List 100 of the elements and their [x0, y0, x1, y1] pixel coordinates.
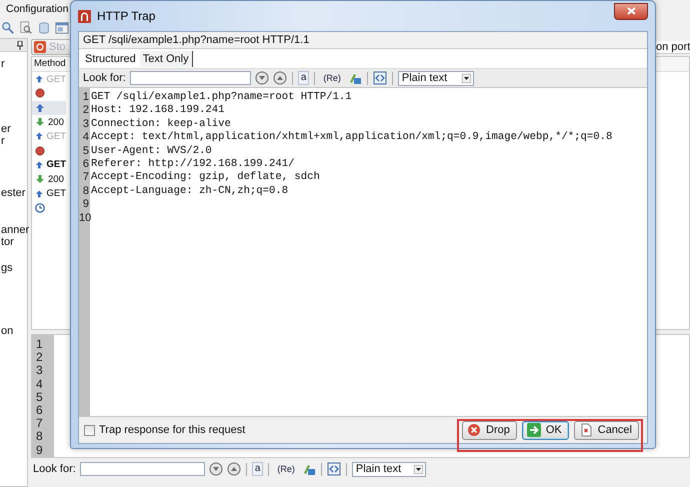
regex-button[interactable]: (Re) [274, 462, 298, 476]
sidebar-item[interactable]: on [0, 325, 27, 337]
up-arrow-icon [35, 102, 45, 113]
tab[interactable]: Text Only [140, 50, 193, 66]
error-icon [35, 88, 45, 98]
look-for-label: Look for: [83, 72, 126, 84]
app-title: Configuration [6, 3, 68, 15]
up-arrow-icon [35, 131, 44, 142]
column-header: Method [34, 58, 66, 69]
up-arrow-icon [35, 188, 44, 199]
magnifier-icon[interactable] [19, 21, 33, 35]
checkbox-label: Trap response for this request [99, 424, 246, 436]
sidebar-item[interactable]: r [0, 135, 27, 147]
down-arrow-icon [35, 117, 45, 128]
method-text: 200 [48, 174, 64, 185]
code-line: User-Agent: WVS/2.0 [91, 144, 212, 158]
line-number: 2 [82, 104, 90, 118]
code-line: Accept-Encoding: gzip, deflate, sdch [91, 171, 320, 185]
app-icon [78, 10, 91, 22]
line-number: 7 [36, 417, 44, 430]
line-number: 7 [82, 171, 90, 185]
up-circle-icon[interactable] [226, 462, 241, 476]
cancel-button[interactable]: Cancel [574, 420, 639, 440]
line-number: 10 [79, 212, 90, 225]
line-number: 4 [36, 378, 44, 391]
request-row[interactable] [32, 100, 66, 115]
stop-icon [34, 41, 46, 53]
sidebar-item[interactable]: ester [0, 187, 27, 199]
checkbox[interactable] [84, 424, 95, 436]
line-number: 5 [82, 144, 90, 158]
database-icon[interactable] [37, 21, 51, 35]
code-line: Host: 192.168.199.241 [91, 104, 225, 118]
line-number: 1 [82, 91, 90, 104]
tab[interactable]: Structured [82, 50, 139, 66]
line-number: 2 [36, 351, 44, 364]
request-row[interactable]: 200 [32, 172, 66, 186]
code-icon[interactable] [372, 71, 387, 85]
match-case-button[interactable]: a [252, 462, 264, 476]
status-text: on port [654, 40, 690, 54]
method-text: GET [46, 130, 66, 142]
search-icon[interactable] [1, 21, 15, 35]
down-arrow-icon [35, 174, 45, 184]
line-number: 6 [82, 158, 90, 172]
highlight-icon[interactable] [302, 462, 316, 476]
sidebar-item[interactable]: anner [0, 224, 27, 236]
sidebar-item[interactable]: er [0, 123, 27, 135]
method-text: GET [46, 188, 66, 200]
method-text: GET [46, 74, 66, 85]
method-text: GET [46, 159, 66, 170]
sidebar-item[interactable]: tor [0, 236, 27, 248]
clock-icon [35, 202, 45, 213]
up-arrow-icon [35, 160, 44, 170]
code-line: Accept: text/html,application/xhtml+xml,application/xml;q=0.9,image/webp,*/*;q=0.8 [91, 131, 612, 145]
up-circle-icon[interactable] [272, 71, 287, 85]
line-number: 3 [82, 118, 90, 132]
caret-icon [462, 74, 471, 82]
match-case-button[interactable]: a [298, 71, 310, 85]
search-field[interactable] [80, 462, 205, 476]
request-row[interactable]: GET [32, 186, 66, 201]
down-circle-icon[interactable] [254, 71, 269, 85]
drop-icon [467, 423, 481, 437]
format-dropdown[interactable]: Plain text [398, 70, 474, 86]
code-icon[interactable] [326, 462, 341, 476]
up-arrow-icon [35, 74, 44, 84]
line-number: 8 [82, 184, 90, 198]
sidebar-item[interactable]: gs [0, 262, 27, 274]
pin-icon[interactable] [17, 40, 23, 50]
drop-button[interactable]: Drop [462, 420, 517, 440]
request-row[interactable]: 200 [32, 114, 66, 130]
line-number: 9 [82, 198, 90, 212]
arrow-icon [526, 423, 541, 437]
look-for-label: Look for: [33, 463, 76, 475]
window-icon[interactable] [55, 21, 69, 35]
error-icon [35, 146, 45, 156]
regex-button[interactable]: (Re) [320, 71, 344, 85]
request-row[interactable]: GET [32, 158, 66, 172]
line-number: 9 [36, 444, 44, 457]
code-line: Accept-Language: zh-CN,zh;q=0.8 [91, 184, 288, 198]
code-line: Referer: http://192.168.199.241/ [91, 158, 294, 171]
code-line: GET /sqli/example1.php?name=root HTTP/1.1 [91, 91, 352, 104]
code-line: Connection: keep-alive [91, 118, 231, 131]
window-title: HTTP Trap [97, 9, 156, 23]
document-icon [578, 423, 593, 437]
text-editor[interactable] [79, 88, 647, 417]
line-number: 8 [36, 430, 44, 444]
line-number: 6 [36, 404, 44, 418]
down-circle-icon[interactable] [208, 462, 223, 476]
highlight-icon[interactable] [348, 71, 362, 85]
line-number: 5 [36, 390, 44, 404]
line-number: 4 [82, 131, 90, 145]
sidebar-item[interactable]: r [0, 58, 27, 70]
close-icon [626, 7, 636, 15]
line-number: 3 [36, 364, 44, 378]
format-dropdown[interactable]: Plain text [352, 462, 426, 476]
method-text: 200 [48, 116, 64, 128]
caret-icon [414, 464, 423, 474]
ok-button[interactable]: OK [522, 420, 569, 440]
line-number: 1 [36, 338, 44, 352]
search-field[interactable] [130, 71, 251, 85]
close-button[interactable] [614, 2, 648, 20]
